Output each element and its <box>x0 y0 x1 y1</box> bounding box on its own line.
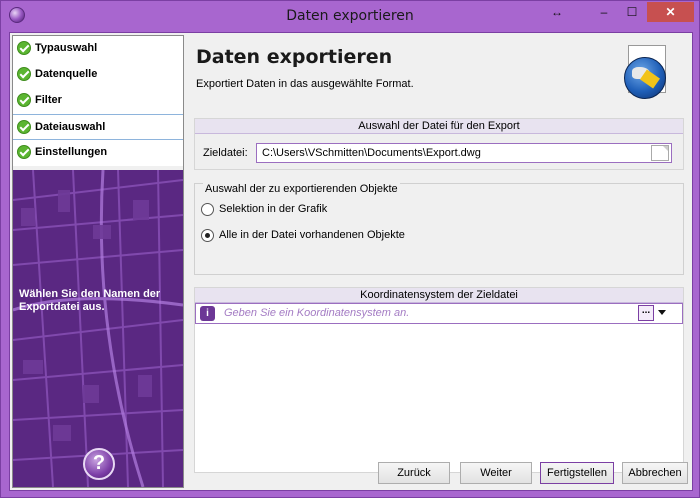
crs-group: Koordinatensystem der Zieldatei i Geben … <box>194 287 684 473</box>
page-title: Daten exportieren <box>196 46 393 68</box>
radio-label: Alle in der Datei vorhandenen Objekte <box>219 229 405 241</box>
resize-icon[interactable]: ↔ <box>545 2 569 22</box>
radio-button[interactable] <box>201 203 214 216</box>
step-einstellungen[interactable]: Einstellungen <box>13 140 183 166</box>
minimize-button[interactable]: ‒ <box>591 2 617 22</box>
file-group-header: Auswahl der Datei für den Export <box>195 119 683 134</box>
wizard-content: Daten exportieren Exportiert Daten in da… <box>186 35 692 488</box>
crs-placeholder[interactable]: Geben Sie ein Koordinatensystem an. <box>224 307 409 319</box>
radio-button-selected[interactable] <box>201 229 214 242</box>
check-icon <box>17 145 31 159</box>
sidebar-map-image: Wählen Sie den Namen der Exportdatei aus… <box>13 170 183 487</box>
sidebar-hint: Wählen Sie den Namen der Exportdatei aus… <box>19 288 161 313</box>
check-icon <box>17 93 31 107</box>
step-label: Filter <box>35 94 62 106</box>
target-file-input[interactable]: C:\Users\VSchmitten\Documents\Export.dwg <box>256 143 672 163</box>
wizard-sidebar: Typauswahl Datenquelle Filter Dateiauswa… <box>12 35 184 488</box>
info-icon: i <box>200 306 215 321</box>
title-bar[interactable]: Daten exportieren ↔ ‒ ☐ ✕ <box>1 1 699 31</box>
dialog-window: Daten exportieren ↔ ‒ ☐ ✕ Typauswahl Dat… <box>0 0 700 498</box>
step-dateiauswahl[interactable]: Dateiauswahl <box>13 114 183 140</box>
step-filter[interactable]: Filter <box>13 88 183 114</box>
help-icon[interactable]: ? <box>83 448 115 480</box>
objects-selection-group: Auswahl der zu exportierenden Objekte Se… <box>194 183 684 275</box>
finish-button[interactable]: Fertigstellen <box>540 462 614 484</box>
chevron-down-icon[interactable] <box>658 310 666 315</box>
crs-combobox[interactable]: i Geben Sie ein Koordinatensystem an. ..… <box>195 303 683 324</box>
check-icon <box>17 67 31 81</box>
step-label: Einstellungen <box>35 146 108 158</box>
page-subtitle: Exportiert Daten in das ausgewählte Form… <box>196 78 414 90</box>
objects-group-legend: Auswahl der zu exportierenden Objekte <box>203 183 400 195</box>
step-datenquelle[interactable]: Datenquelle <box>13 62 183 88</box>
step-label: Dateiauswahl <box>35 121 106 133</box>
crs-browse-button[interactable]: ... <box>638 305 654 321</box>
dialog-client: Typauswahl Datenquelle Filter Dateiauswa… <box>9 32 693 491</box>
cancel-button[interactable]: Abbrechen <box>622 462 688 484</box>
crs-group-header: Koordinatensystem der Zieldatei <box>195 288 683 303</box>
close-button[interactable]: ✕ <box>647 2 694 22</box>
radio-label: Selektion in der Grafik <box>219 203 328 215</box>
wizard-steps: Typauswahl Datenquelle Filter Dateiauswa… <box>13 36 183 166</box>
next-button[interactable]: Weiter <box>460 462 532 484</box>
check-icon <box>17 120 31 134</box>
target-file-label: Zieldatei: <box>203 147 248 159</box>
file-selection-group: Auswahl der Datei für den Export Zieldat… <box>194 118 684 170</box>
city-map-graphic <box>13 170 183 487</box>
step-typauswahl[interactable]: Typauswahl <box>13 36 183 62</box>
check-icon <box>17 41 31 55</box>
back-button[interactable]: Zurück <box>378 462 450 484</box>
browse-file-icon[interactable] <box>651 145 669 161</box>
globe-export-icon <box>624 45 672 99</box>
maximize-button[interactable]: ☐ <box>619 2 645 22</box>
step-label: Typauswahl <box>35 42 98 54</box>
step-label: Datenquelle <box>35 68 98 80</box>
